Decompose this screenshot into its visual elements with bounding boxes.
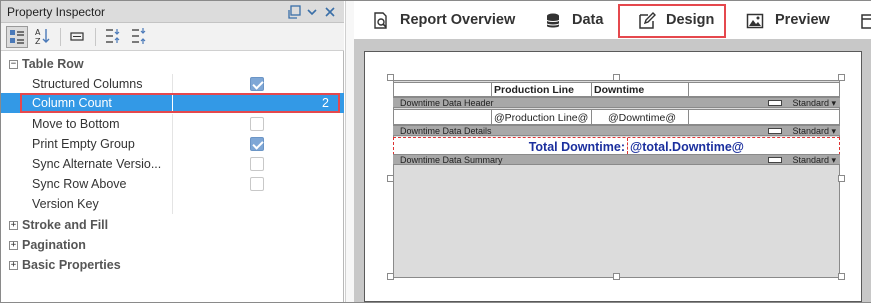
inspector-title-bar: Property Inspector [1,1,344,23]
expand-plus-icon[interactable]: + [9,261,18,270]
selection-handle[interactable] [838,74,845,81]
tab-label: Data [572,12,604,28]
category-label: Stroke and Fill [22,218,109,232]
category-basic-properties[interactable]: + Basic Properties [1,255,344,275]
band-version-dropdown[interactable]: Standard ▾ [792,126,836,137]
band-version-dropdown[interactable]: Standard ▾ [792,98,836,109]
property-label: Sync Alternate Versio... [32,157,162,171]
structured-columns-checkbox[interactable] [250,77,264,91]
collapse-all-icon[interactable] [128,26,150,48]
band-label: Downtime Data Summary [400,155,503,165]
expand-plus-icon[interactable]: + [9,241,18,250]
undock-icon[interactable] [287,4,303,20]
selection-handle[interactable] [387,273,394,280]
sync-alternate-versions-checkbox[interactable] [250,157,264,171]
tab-label: Report Overview [400,12,516,28]
highlight-annotation [20,93,340,113]
tab-data[interactable]: Data [526,1,616,39]
tab-preview[interactable]: Preview [728,1,848,39]
tab-label: Preview [775,12,830,28]
band-downtime-data-details[interactable]: Downtime Data Details Standard ▾ [393,125,840,136]
categorized-view-icon[interactable] [6,26,28,48]
details-row[interactable]: Total Downtime: @total.Downtime@ [393,137,840,155]
category-stroke-and-fill[interactable]: + Stroke and Fill [1,215,344,235]
property-label: Version Key [32,197,99,211]
band-version-dropdown[interactable]: Standard ▾ [792,155,836,166]
category-pagination[interactable]: + Pagination [1,235,344,255]
inspector-title: Property Inspector [7,5,106,19]
property-label: Sync Row Above [32,177,127,191]
app-window: Property Inspector AZ − Table Row Struct… [0,0,871,303]
total-downtime-value[interactable]: @total.Downtime@ [630,140,744,154]
tab-report-overview[interactable]: Report Overview [354,1,516,39]
highlight-annotation [618,4,726,38]
band-downtime-data-header[interactable]: Downtime Data Header Standard ▾ [393,97,840,108]
property-row-version-key[interactable]: Version Key [1,194,344,214]
selection-handle[interactable] [838,273,845,280]
data-cell-blank [394,110,492,124]
selection-handle[interactable] [613,273,620,280]
toolbar-separator [95,28,96,46]
selection-handle[interactable] [387,74,394,81]
tab-bar: Report Overview Data Design Preview [354,1,871,39]
property-inspector-panel: Property Inspector AZ − Table Row Struct… [1,1,344,302]
property-row-sync-alternate-versions[interactable]: Sync Alternate Versio... [1,154,344,174]
property-row-structured-columns[interactable]: Structured Columns [1,74,344,94]
band-version-icon [768,100,782,106]
header-cell-downtime[interactable]: Downtime [592,83,689,96]
property-description-icon[interactable] [67,26,89,48]
close-icon[interactable] [322,4,338,20]
header-cell-production-line[interactable]: Production Line [492,83,592,96]
data-header-row[interactable]: @Production Line@ @Downtime@ [393,109,840,125]
category-label: Basic Properties [22,258,121,272]
selection-handle[interactable] [838,175,845,182]
column-header-row[interactable]: Production Line Downtime [393,82,840,97]
tab-overflow[interactable] [857,1,871,39]
version-key-value[interactable] [173,194,341,214]
band-version-icon [768,128,782,134]
svg-text:Z: Z [35,37,41,46]
sync-row-above-checkbox[interactable] [250,177,264,191]
expand-plus-icon[interactable]: + [9,221,18,230]
band-version-icon [768,157,782,163]
svg-text:A: A [35,28,41,37]
property-row-print-empty-group[interactable]: Print Empty Group [1,134,344,154]
collapse-chevron-icon[interactable] [304,4,320,20]
total-downtime-label[interactable]: Total Downtime: [394,140,627,154]
property-row-sync-row-above[interactable]: Sync Row Above [1,174,344,194]
cell-divider [627,138,628,154]
property-label: Move to Bottom [32,117,120,131]
print-empty-group-checkbox[interactable] [250,137,264,151]
move-to-bottom-checkbox[interactable] [250,117,264,131]
category-table-row[interactable]: − Table Row [1,54,344,74]
selection-handle[interactable] [613,74,620,81]
band-downtime-data-summary[interactable]: Downtime Data Summary Standard ▾ [393,154,840,165]
data-cell-production-line[interactable]: @Production Line@ [492,110,592,124]
property-label: Print Empty Group [32,137,135,151]
search-page-icon [372,12,390,30]
image-icon [746,12,764,30]
property-row-move-to-bottom[interactable]: Move to Bottom [1,114,344,134]
selection-handle[interactable] [387,175,394,182]
category-label: Pagination [22,238,86,252]
sort-alphabetical-icon[interactable]: AZ [32,26,54,48]
header-cell-blank [394,83,492,96]
database-icon [544,12,562,30]
panel-splitter[interactable] [345,1,354,302]
collapse-minus-icon[interactable]: − [9,60,18,69]
toolbar-separator [60,28,61,46]
property-label: Structured Columns [32,77,143,91]
expand-all-icon[interactable] [102,26,124,48]
band-label: Downtime Data Details [400,126,492,136]
category-label: Table Row [22,57,84,71]
calendar-icon [861,12,871,30]
data-cell-downtime[interactable]: @Downtime@ [592,110,689,124]
band-label: Downtime Data Header [400,98,494,108]
inspector-toolbar: AZ [1,23,344,51]
